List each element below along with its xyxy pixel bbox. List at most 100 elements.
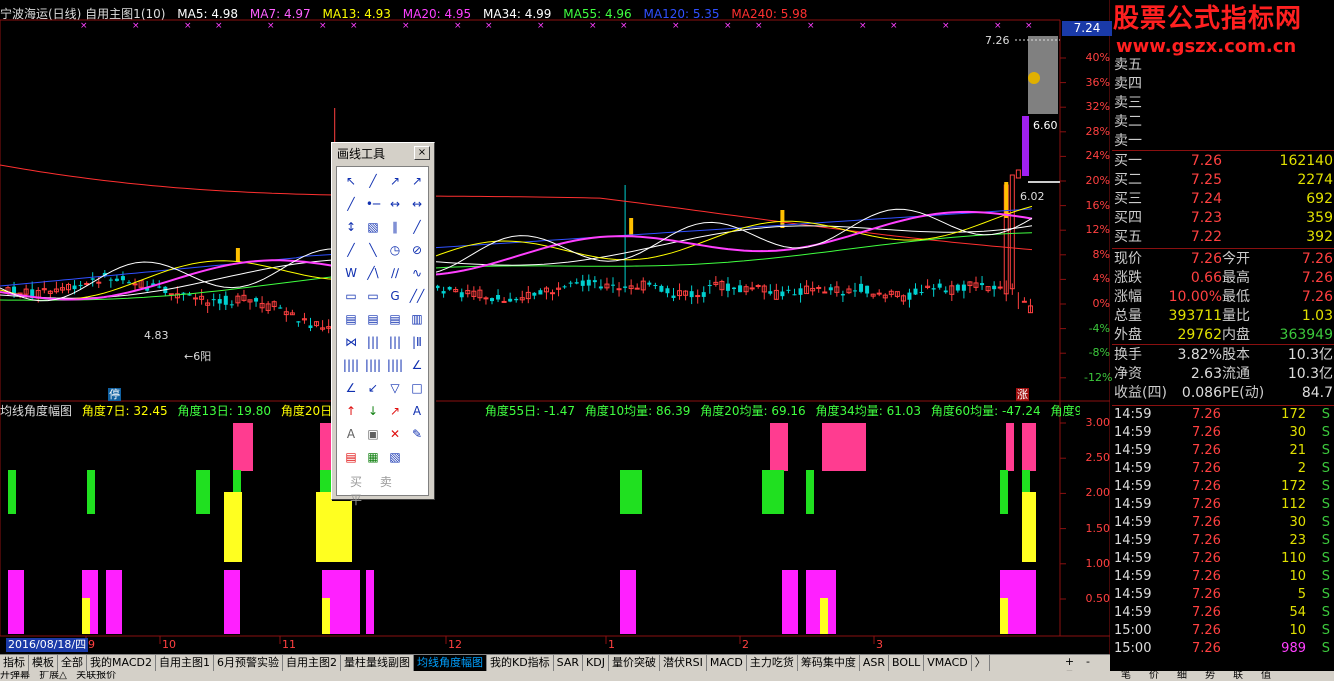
zoom-out-button[interactable]: - <box>1081 655 1096 668</box>
draw-tool-icon[interactable]: ∥ <box>385 217 405 237</box>
ma20-label: MA20: 4.95 <box>402 7 472 21</box>
tab-13[interactable]: 潜伏RSI <box>660 655 707 671</box>
expand-button[interactable]: 扩展△ <box>39 671 67 681</box>
sell-mark-button[interactable]: 卖 <box>373 473 399 491</box>
draw-tool-icon[interactable]: ∿ <box>407 263 427 283</box>
draw-tool-icon[interactable]: ╱ <box>341 194 361 214</box>
draw-tool-icon[interactable]: ↔ <box>385 194 405 214</box>
draw-tool-icon[interactable]: ▽ <box>385 378 405 398</box>
draw-tool-icon[interactable]: ╱ <box>407 217 427 237</box>
draw-tool-icon[interactable]: ▤ <box>385 309 405 329</box>
draw-tool-icon[interactable]: |Ⅱ <box>407 332 427 352</box>
tab-6[interactable]: 自用主图2 <box>283 655 341 671</box>
draw-tool-icon[interactable]: ✎ <box>407 424 427 444</box>
draw-tool-icon[interactable]: ↗ <box>385 171 405 191</box>
draw-tool-icon[interactable]: |||| <box>363 355 383 375</box>
draw-tool-icon[interactable]: ╱\ <box>363 263 383 283</box>
draw-tool-icon[interactable]: ▥ <box>407 309 427 329</box>
draw-tool-icon[interactable]: ↔ <box>407 194 427 214</box>
chart-canvas[interactable]: × × × × × × × × × × × × × × × × × × × × × × <box>0 0 1110 654</box>
tab-2[interactable]: 全部 <box>58 655 87 671</box>
tab-0[interactable]: 指标 <box>0 655 29 671</box>
tab-7[interactable]: 量柱量线副图 <box>341 655 414 671</box>
draw-tool-icon[interactable]: G <box>385 286 405 306</box>
quote-tab-0[interactable]: 笔 <box>1112 671 1140 681</box>
draw-tool-icon[interactable]: □ <box>407 378 427 398</box>
tab-17[interactable]: ASR <box>860 655 889 671</box>
tab-16[interactable]: 筹码集中度 <box>798 655 860 671</box>
draw-tool-icon[interactable]: ╱ <box>341 240 361 260</box>
draw-tool-icon[interactable]: |||| <box>385 355 405 375</box>
draw-tool-icon[interactable]: ✕ <box>385 424 405 444</box>
indicator-bar <box>87 470 95 514</box>
tab-14[interactable]: MACD <box>707 655 747 671</box>
tab-19[interactable]: VMACD <box>924 655 972 671</box>
drawing-tools-dialog[interactable]: 画线工具 × ↖ ╱ ↗ ↗ ╱ •─ ↔ ↔ ↕ ▧ ∥ ╱ ╱ ╲ ◷ ⊘ W ╱\ ∕∕ ∿ ▭ ▭ G ╱╱ ▤ ▤ ▤ ▥ ⋈… <box>331 142 435 507</box>
quote-tab-2[interactable]: 细 <box>1168 671 1196 681</box>
quote-tab-3[interactable]: 势 <box>1196 671 1224 681</box>
draw-tool-icon[interactable]: ▧ <box>363 217 383 237</box>
close-icon[interactable]: × <box>414 146 430 160</box>
draw-tool-icon[interactable]: ⊘ <box>407 240 427 260</box>
tab-5[interactable]: 6月预警实验 <box>214 655 283 671</box>
draw-tool-icon[interactable]: ∠ <box>341 378 361 398</box>
quote-tab-5[interactable]: 值 <box>1252 671 1280 681</box>
draw-tool-icon[interactable]: ▭ <box>341 286 361 306</box>
draw-tool-icon[interactable]: ↓ <box>363 401 383 421</box>
danmu-button[interactable]: 开弹幕 <box>0 671 30 681</box>
draw-tool-icon[interactable]: ▣ <box>363 424 383 444</box>
draw-tool-icon[interactable]: ↕ <box>341 217 361 237</box>
draw-tool-icon[interactable]: ╱╱ <box>407 286 427 306</box>
draw-tool-icon[interactable]: ◷ <box>385 240 405 260</box>
draw-tool-icon[interactable]: |||| <box>341 355 361 375</box>
draw-tool-icon[interactable]: ⋈ <box>341 332 361 352</box>
draw-tool-icon[interactable] <box>407 447 427 467</box>
candle-body <box>308 325 313 329</box>
tab-20[interactable]: 〉 <box>972 655 990 671</box>
draw-tool-icon[interactable]: ↙ <box>363 378 383 398</box>
flat-mark-button[interactable]: 平 <box>343 491 369 509</box>
tab-12[interactable]: 量价突破 <box>609 655 660 671</box>
tab-15[interactable]: 主力吃货 <box>747 655 798 671</box>
related-quote-button[interactable]: 关联报价 <box>76 671 116 681</box>
tab-11[interactable]: KDJ <box>583 655 609 671</box>
zoom-in-button[interactable]: + <box>1062 655 1077 668</box>
quote-tab-1[interactable]: 价 <box>1140 671 1168 681</box>
draw-tool-icon[interactable]: •─ <box>363 194 383 214</box>
draw-tool-icon[interactable]: W <box>341 263 361 283</box>
candle-body <box>997 286 1003 289</box>
draw-tool-icon[interactable]: ╲ <box>363 240 383 260</box>
draw-tool-icon[interactable]: ↑ <box>341 401 361 421</box>
stat-value: 10.00% <box>1168 289 1222 305</box>
draw-tool-icon[interactable]: ∠ <box>407 355 427 375</box>
tab-9[interactable]: 我的KD指标 <box>487 655 554 671</box>
draw-tool-icon[interactable]: ▤ <box>341 309 361 329</box>
tab-18[interactable]: BOLL <box>889 655 925 671</box>
draw-tool-icon[interactable]: ↖ <box>341 171 361 191</box>
buy-mark-button[interactable]: 买 <box>343 473 369 491</box>
draw-tool-icon[interactable]: A <box>341 424 361 444</box>
draw-tool-icon[interactable]: ▭ <box>363 286 383 306</box>
draw-tool-icon[interactable]: ||| <box>363 332 383 352</box>
draw-tool-icon[interactable]: ↗ <box>407 171 427 191</box>
draw-tool-icon[interactable]: ▤ <box>341 447 361 467</box>
tab-1[interactable]: 模板 <box>29 655 58 671</box>
draw-tool-icon[interactable]: ▤ <box>363 309 383 329</box>
draw-tool-icon[interactable]: ▧ <box>385 447 405 467</box>
tab-3[interactable]: 我的MACD2 <box>87 655 156 671</box>
angle-10vol: 角度10均量: 86.39 <box>584 404 691 418</box>
tab-8[interactable]: 均线角度幅图 <box>413 655 487 671</box>
highlight-candle <box>1004 182 1009 218</box>
tab-4[interactable]: 自用主图1 <box>156 655 214 671</box>
indicator-bar <box>196 470 210 514</box>
draw-tool-icon[interactable]: A <box>407 401 427 421</box>
sell-level: 卖二 <box>1112 113 1334 132</box>
draw-tool-icon[interactable]: ▦ <box>363 447 383 467</box>
quote-tab-4[interactable]: 联 <box>1224 671 1252 681</box>
draw-tool-icon[interactable]: ↗ <box>385 401 405 421</box>
draw-tool-icon[interactable]: ||| <box>385 332 405 352</box>
draw-tool-icon[interactable]: ╱ <box>363 171 383 191</box>
stat-value-2: 7.26 <box>1301 289 1333 305</box>
draw-tool-icon[interactable]: ∕∕ <box>385 263 405 283</box>
tab-10[interactable]: SAR <box>554 655 584 671</box>
